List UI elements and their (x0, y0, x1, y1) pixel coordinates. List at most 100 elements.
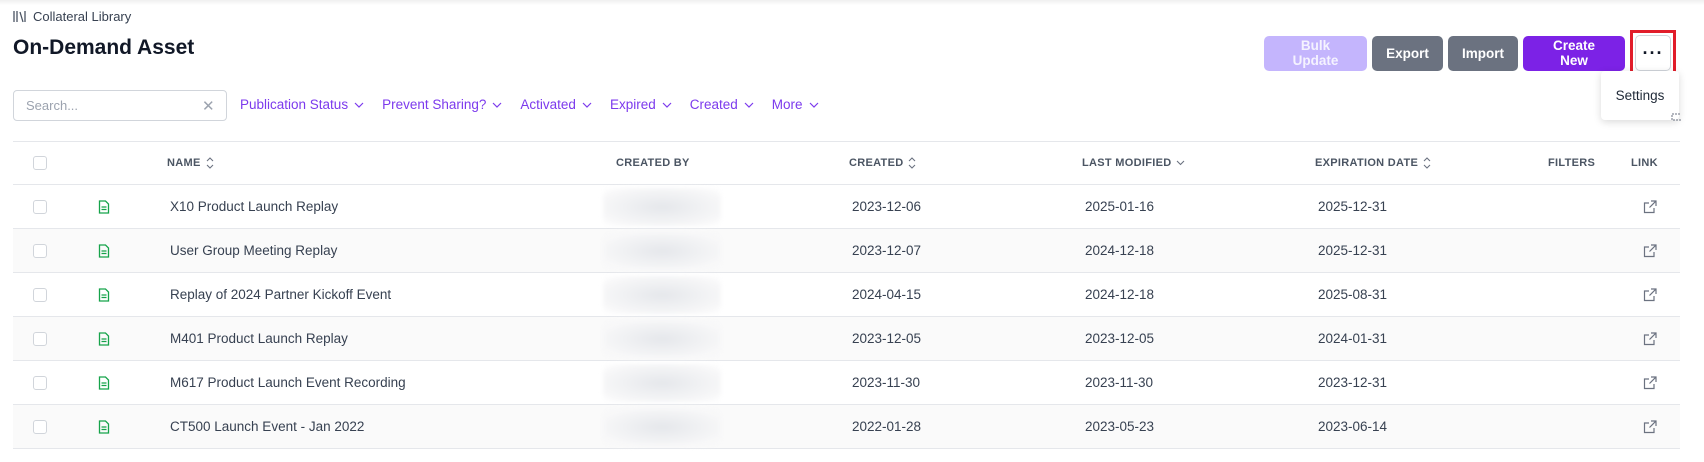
last-modified-date: 2023-12-05 (1085, 331, 1155, 346)
search-input[interactable] (26, 98, 202, 113)
row-checkbox[interactable] (33, 287, 47, 302)
filter-publication-status[interactable]: Publication Status (240, 97, 364, 112)
filter-label: Created (689, 97, 738, 112)
column-label: LINK (1631, 157, 1658, 169)
breadcrumb-label[interactable]: Collateral Library (33, 9, 131, 24)
asset-name[interactable]: CT500 Launch Event - Jan 2022 (170, 405, 364, 448)
created-by-redacted (603, 405, 721, 448)
external-link-icon[interactable] (1643, 185, 1657, 228)
external-link-icon[interactable] (1643, 361, 1657, 404)
filter-label: Expired (609, 97, 656, 112)
external-link-icon[interactable] (1643, 405, 1657, 448)
column-label: LAST MODIFIED (1082, 157, 1172, 169)
file-icon (98, 361, 110, 404)
last-modified-date: 2024-12-18 (1085, 243, 1155, 258)
row-checkbox[interactable] (33, 243, 47, 258)
breadcrumb[interactable]: Collateral Library (13, 9, 131, 24)
chevron-down-icon (662, 102, 672, 108)
ellipsis-icon: ··· (1642, 42, 1664, 63)
chevron-down-icon (744, 102, 754, 108)
created-by-redacted (603, 273, 721, 316)
row-checkbox[interactable] (33, 199, 47, 214)
column-last-modified[interactable]: LAST MODIFIED (1082, 142, 1185, 184)
table-row[interactable]: M401 Product Launch Replay 2023-12-05 20… (13, 317, 1680, 361)
bulk-update-button[interactable]: Bulk Update (1264, 35, 1367, 71)
chevron-down-icon (809, 102, 818, 108)
select-all-checkbox[interactable] (33, 156, 47, 170)
expiration-date: 2024-01-31 (1318, 331, 1388, 346)
created-date: 2022-01-28 (852, 419, 922, 434)
filter-label: Activated (520, 97, 576, 112)
filter-more[interactable]: More (772, 97, 819, 112)
library-icon (13, 10, 28, 23)
asset-name[interactable]: M617 Product Launch Event Recording (170, 361, 406, 404)
last-modified-date: 2025-01-16 (1085, 199, 1155, 214)
table-row[interactable]: CT500 Launch Event - Jan 2022 2022-01-28… (13, 405, 1680, 449)
last-modified-date: 2023-05-23 (1085, 419, 1155, 434)
table-row[interactable]: X10 Product Launch Replay 2023-12-06 202… (13, 185, 1680, 229)
column-expiration-date[interactable]: EXPIRATION DATE (1315, 142, 1431, 184)
more-options-button[interactable]: ··· (1635, 35, 1671, 71)
top-shadow (0, 0, 1704, 5)
filter-expired[interactable]: Expired (610, 97, 672, 112)
table-body: X10 Product Launch Replay 2023-12-06 202… (13, 185, 1680, 449)
asset-name[interactable]: X10 Product Launch Replay (170, 185, 338, 228)
expiration-date: 2025-12-31 (1318, 199, 1388, 214)
created-date: 2024-04-15 (852, 287, 922, 302)
search-box: ✕ (13, 90, 227, 121)
row-select-cell (33, 273, 47, 316)
export-button[interactable]: Export (1372, 35, 1443, 71)
filter-created[interactable]: Created (690, 97, 754, 112)
column-settings-icon[interactable] (1671, 106, 1681, 122)
filter-label: Prevent Sharing? (382, 97, 487, 112)
sort-icon (908, 157, 916, 169)
column-created[interactable]: CREATED (849, 142, 916, 184)
row-select-cell (33, 405, 47, 448)
row-checkbox[interactable] (33, 419, 47, 434)
sort-icon (206, 157, 214, 169)
table-row[interactable]: M617 Product Launch Event Recording 2023… (13, 361, 1680, 405)
file-icon (98, 405, 110, 448)
column-label: CREATED BY (616, 157, 690, 169)
create-new-button[interactable]: Create New (1523, 35, 1625, 71)
expiration-date: 2025-08-31 (1318, 287, 1388, 302)
column-filters: FILTERS (1548, 142, 1595, 184)
sort-desc-icon (1176, 160, 1185, 166)
column-name[interactable]: NAME (167, 142, 214, 184)
row-checkbox[interactable] (33, 331, 47, 346)
import-button[interactable]: Import (1448, 35, 1518, 71)
external-link-icon[interactable] (1643, 229, 1657, 272)
external-link-icon[interactable] (1643, 317, 1657, 360)
row-checkbox[interactable] (33, 375, 47, 390)
created-date: 2023-12-05 (852, 331, 922, 346)
expiration-date: 2023-06-14 (1318, 419, 1388, 434)
select-all-cell (33, 142, 47, 184)
asset-name[interactable]: User Group Meeting Replay (170, 229, 337, 272)
filter-label: More (771, 97, 803, 112)
table-row[interactable]: Replay of 2024 Partner Kickoff Event 202… (13, 273, 1680, 317)
clear-search-icon[interactable]: ✕ (202, 97, 215, 115)
column-label: CREATED (849, 157, 904, 169)
menu-item-settings[interactable]: Settings (1616, 88, 1665, 103)
table-row[interactable]: User Group Meeting Replay 2023-12-07 202… (13, 229, 1680, 273)
asset-table: NAME CREATED BY CREATED LAST MODIFIED EX… (13, 141, 1680, 449)
filter-prevent-sharing[interactable]: Prevent Sharing? (382, 97, 502, 112)
asset-name[interactable]: Replay of 2024 Partner Kickoff Event (170, 273, 391, 316)
created-date: 2023-12-06 (852, 199, 922, 214)
more-button-highlight: ··· (1630, 30, 1676, 76)
asset-name[interactable]: M401 Product Launch Replay (170, 317, 348, 360)
filter-label: Publication Status (240, 97, 349, 112)
column-label: NAME (167, 157, 201, 169)
created-by-redacted (603, 317, 721, 360)
column-label: FILTERS (1548, 157, 1596, 169)
filter-activated[interactable]: Activated (520, 97, 592, 112)
table-header: NAME CREATED BY CREATED LAST MODIFIED EX… (13, 141, 1680, 185)
row-select-cell (33, 317, 47, 360)
chevron-down-icon (492, 102, 502, 108)
row-select-cell (33, 229, 47, 272)
page-title: On-Demand Asset (13, 36, 195, 59)
more-options-menu: Settings (1601, 71, 1679, 120)
created-by-redacted (603, 185, 721, 228)
filter-bar: Publication Status Prevent Sharing? Acti… (240, 97, 837, 112)
external-link-icon[interactable] (1643, 273, 1657, 316)
